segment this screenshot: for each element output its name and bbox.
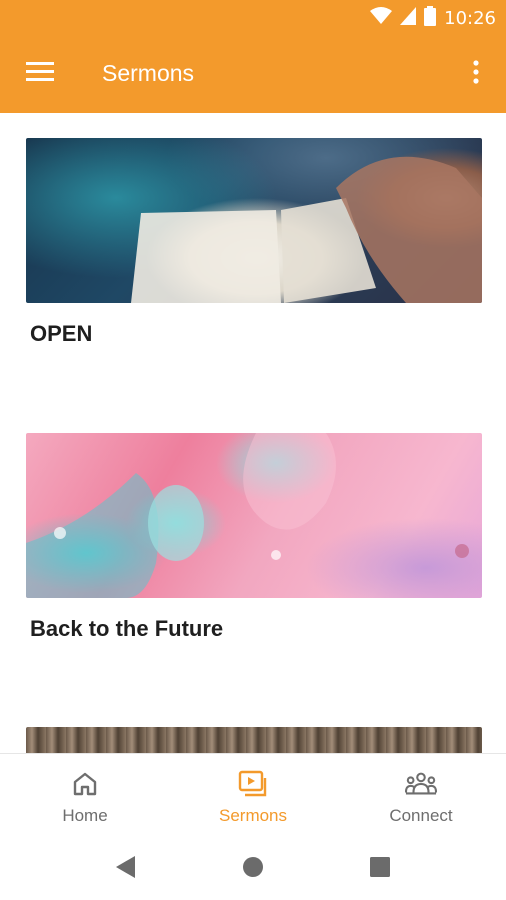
sermon-title[interactable]: Back to the Future	[30, 616, 482, 642]
more-options-button[interactable]	[464, 58, 488, 90]
system-navigation-bar	[0, 837, 506, 900]
sermon-image-paint[interactable]	[26, 433, 482, 598]
video-library-icon	[237, 768, 269, 800]
page-title: Sermons	[102, 60, 195, 86]
menu-icon	[26, 61, 54, 87]
status-icons: 10:26	[370, 5, 496, 31]
home-system-button[interactable]	[238, 854, 268, 884]
recents-square-icon	[369, 856, 391, 883]
nav-item-sermons[interactable]: Sermons	[169, 754, 337, 838]
recents-button[interactable]	[365, 854, 395, 884]
people-group-icon	[405, 768, 437, 800]
sermon-list[interactable]: OPEN Back to the Future	[0, 113, 506, 753]
home-icon	[69, 768, 101, 800]
status-time: 10:26	[444, 7, 496, 29]
sermon-image-bible[interactable]	[26, 138, 482, 303]
sermon-card[interactable]: OPEN	[26, 138, 482, 347]
nav-label-sermons: Sermons	[218, 806, 288, 825]
sermon-image-wood[interactable]	[26, 727, 482, 753]
home-circle-icon	[242, 856, 264, 883]
cell-signal-icon	[400, 6, 417, 30]
wifi-icon	[370, 6, 393, 30]
more-vert-icon	[473, 59, 479, 89]
battery-icon	[424, 5, 437, 31]
bottom-navigation: Home Sermons Connect	[0, 753, 506, 837]
screen: 10:26 Sermons OPEN Back to the Future Ho…	[0, 0, 506, 900]
sermon-card[interactable]	[26, 727, 482, 753]
status-bar: 10:26	[0, 0, 506, 36]
nav-item-connect[interactable]: Connect	[337, 754, 505, 838]
sermon-card[interactable]: Back to the Future	[26, 433, 482, 642]
back-button[interactable]	[111, 854, 141, 884]
nav-label-connect: Connect	[389, 806, 453, 825]
nav-label-home: Home	[62, 806, 108, 825]
menu-button[interactable]	[20, 58, 60, 90]
app-bar: Sermons	[0, 36, 506, 113]
sermon-title[interactable]: OPEN	[30, 321, 482, 347]
back-icon	[115, 855, 137, 884]
nav-item-home[interactable]: Home	[1, 754, 169, 838]
